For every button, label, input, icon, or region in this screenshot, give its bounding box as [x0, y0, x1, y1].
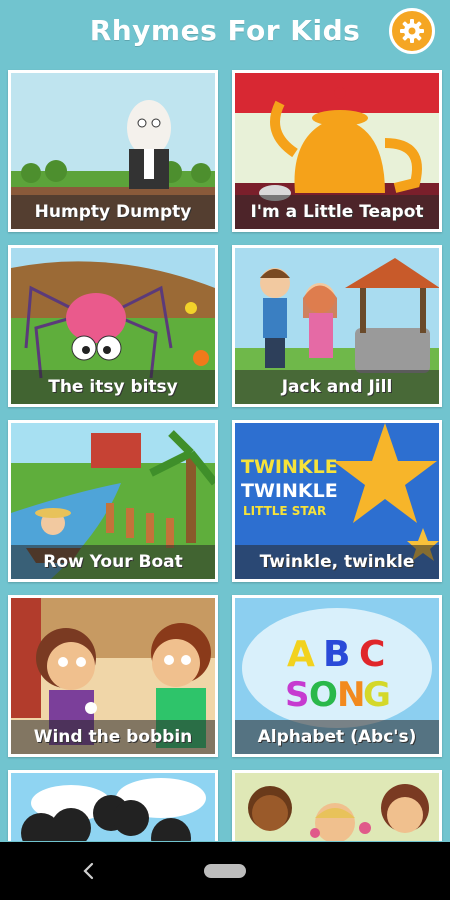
rhyme-card-jack-and-jill[interactable]: Jack and Jill — [232, 245, 442, 407]
rhyme-card-kids[interactable] — [232, 770, 442, 841]
svg-text:TWINKLE: TWINKLE — [241, 456, 338, 478]
rhyme-title: Jack and Jill — [235, 370, 439, 404]
svg-text:A: A — [287, 634, 315, 675]
rhyme-card-twinkle-twinkle[interactable]: TWINKLE TWINKLE LITTLE STAR Twinkle, twi… — [232, 420, 442, 582]
svg-text:LITTLE STAR: LITTLE STAR — [243, 504, 326, 518]
svg-text:TWINKLE: TWINKLE — [241, 480, 338, 502]
rhyme-card-humpty-dumpty[interactable]: Humpty Dumpty — [8, 70, 218, 232]
rhyme-card-itsy-bitsy[interactable]: The itsy bitsy — [8, 245, 218, 407]
rhyme-card-little-teapot[interactable]: I'm a Little Teapot — [232, 70, 442, 232]
rhyme-card-row-your-boat[interactable]: Row Your Boat — [8, 420, 218, 582]
rhyme-title: I'm a Little Teapot — [235, 195, 439, 229]
rhyme-card-wind-the-bobbin[interactable]: Wind the bobbin — [8, 595, 218, 757]
sheep-thumbnail — [11, 773, 215, 841]
svg-text:G: G — [363, 675, 391, 715]
svg-text:C: C — [359, 634, 385, 675]
home-pill-icon[interactable] — [204, 864, 246, 878]
system-nav-bar — [0, 842, 450, 900]
rhyme-title: Alphabet (Abc's) — [235, 720, 439, 754]
svg-text:N: N — [337, 675, 365, 715]
rhymes-grid: Humpty Dumpty I'm a Little Teapot The it… — [0, 66, 450, 841]
rhyme-title: Row Your Boat — [11, 545, 215, 579]
rhyme-title: Twinkle, twinkle — [235, 545, 439, 579]
back-icon[interactable] — [78, 860, 100, 882]
rhyme-card-alphabet[interactable]: A B C S O N G Alphabet (Abc's) — [232, 595, 442, 757]
rhyme-title: Humpty Dumpty — [11, 195, 215, 229]
rhyme-card-sheep[interactable] — [8, 770, 218, 841]
rhyme-title: The itsy bitsy — [11, 370, 215, 404]
gear-icon — [400, 19, 424, 43]
settings-button[interactable] — [389, 8, 435, 54]
app-title: Rhymes For Kids — [89, 14, 361, 47]
rhyme-title: Wind the bobbin — [11, 720, 215, 754]
app-header: Rhymes For Kids — [0, 0, 450, 66]
kids-thumbnail — [235, 773, 439, 841]
svg-text:S: S — [285, 675, 310, 715]
svg-text:B: B — [323, 634, 350, 675]
svg-text:O: O — [309, 675, 338, 715]
